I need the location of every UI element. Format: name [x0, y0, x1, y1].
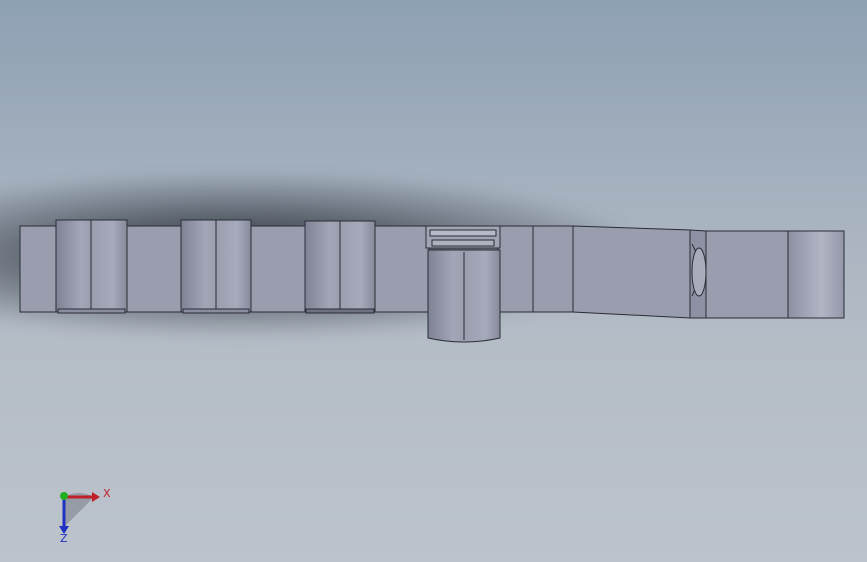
z-axis-label: Z: [60, 532, 68, 545]
reference-triad: X Z: [59, 487, 111, 545]
x-axis-label: X: [103, 487, 111, 500]
y-axis-dot: [60, 492, 68, 500]
graphics-viewport[interactable]: X Z: [0, 0, 867, 562]
